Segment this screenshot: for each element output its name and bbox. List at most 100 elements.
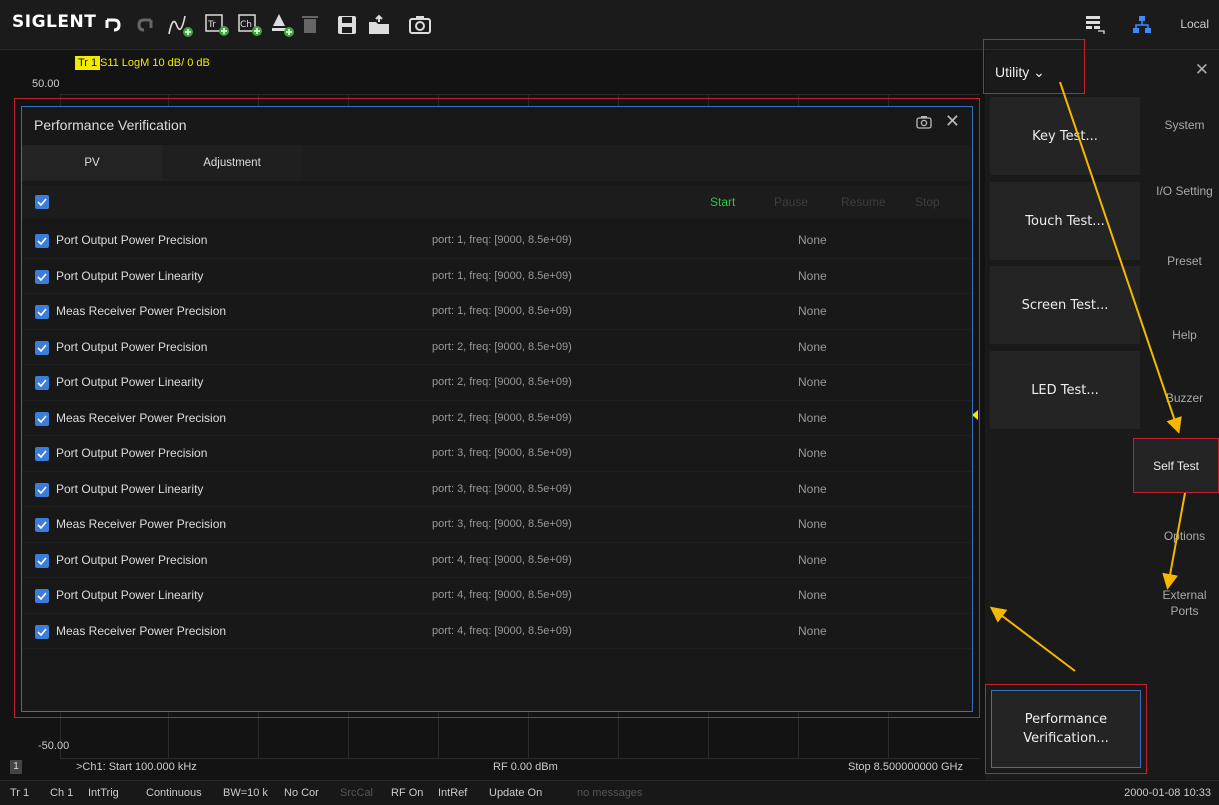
local-label[interactable]: Local: [1180, 17, 1209, 31]
row-checkbox[interactable]: [35, 624, 49, 639]
close-icon[interactable]: ✕: [945, 111, 960, 132]
start-button[interactable]: Start: [710, 195, 735, 209]
status-time: 2000-01-08 10:33: [1124, 787, 1211, 799]
row-checkbox[interactable]: [35, 376, 49, 390]
pv-label-line2: Verification...: [1023, 731, 1109, 746]
test-result: None: [798, 375, 827, 389]
row-checkbox[interactable]: [35, 340, 49, 355]
table-row[interactable]: Port Output Power Linearity port: 3, freq…: [22, 472, 972, 507]
row-checkbox[interactable]: [35, 411, 49, 426]
status-correction[interactable]: No Cor: [284, 787, 319, 799]
dialog-title: Performance Verification: [34, 117, 187, 133]
add-marker-icon[interactable]: [268, 10, 298, 40]
camera-icon[interactable]: [916, 115, 932, 134]
row-checkbox[interactable]: [35, 589, 49, 603]
screen-test-button[interactable]: Screen Test...: [990, 266, 1140, 344]
table-row[interactable]: Port Output Power Linearity port: 2, freq…: [22, 365, 972, 401]
side-item-help[interactable]: Help: [1150, 327, 1219, 343]
row-checkbox[interactable]: [35, 234, 49, 248]
test-result: None: [798, 339, 827, 354]
row-checkbox[interactable]: [35, 482, 49, 497]
test-params: port: 3, freq: [9000, 8.5e+09): [432, 447, 572, 459]
side-item-self-test[interactable]: Self Test: [1133, 438, 1219, 493]
test-params: port: 4, freq: [9000, 8.5e+09): [432, 624, 572, 637]
test-name: Meas Receiver Power Precision: [56, 304, 227, 318]
y-axis-top: 50.00: [32, 78, 60, 90]
channel-footer: 1 >Ch1: Start 100.000 kHz RF 0.00 dBm St…: [0, 757, 985, 779]
status-srccal[interactable]: SrcCal: [340, 787, 373, 799]
side-item-buzzer[interactable]: Buzzer: [1150, 390, 1219, 406]
row-checkbox[interactable]: [35, 269, 49, 284]
channel-start[interactable]: >Ch1: Start 100.000 kHz: [76, 761, 197, 773]
side-item-system[interactable]: System: [1150, 117, 1219, 133]
select-all-checkbox[interactable]: [35, 195, 49, 209]
channel-number[interactable]: 1: [10, 760, 22, 774]
table-row[interactable]: Port Output Power Precision port: 1, freq…: [22, 223, 972, 259]
table-row[interactable]: Port Output Power Linearity port: 1, freq…: [22, 259, 972, 294]
table-row[interactable]: Meas Receiver Power Precision port: 1, fr…: [22, 294, 972, 330]
table-row[interactable]: Port Output Power Precision port: 4, freq…: [22, 543, 972, 578]
open-file-icon[interactable]: [364, 10, 394, 40]
test-result: None: [798, 517, 827, 531]
status-trace[interactable]: Tr 1: [10, 787, 29, 799]
status-channel[interactable]: Ch 1: [50, 787, 73, 799]
trace-info[interactable]: S11 LogM 10 dB/ 0 dB: [100, 56, 210, 70]
table-row[interactable]: Port Output Power Linearity port: 4, freq…: [22, 578, 972, 614]
table-row[interactable]: Meas Receiver Power Precision port: 3, fr…: [22, 507, 972, 543]
tab-pv[interactable]: PV: [22, 145, 162, 181]
external-ports-line1: External: [1162, 588, 1207, 602]
pause-button[interactable]: Pause: [774, 195, 808, 209]
resume-button[interactable]: Resume: [841, 195, 886, 209]
status-bandwidth[interactable]: BW=10 k: [223, 787, 268, 799]
close-icon[interactable]: ✕: [1195, 60, 1209, 80]
status-update[interactable]: Update On: [489, 787, 542, 799]
add-trace-icon[interactable]: [166, 10, 196, 40]
keyboard-icon[interactable]: [1080, 10, 1110, 40]
touch-test-button[interactable]: Touch Test...: [990, 182, 1140, 260]
side-item-external-ports[interactable]: External Ports: [1150, 587, 1219, 619]
test-name: Port Output Power Linearity: [56, 481, 204, 496]
channel-stop[interactable]: Stop 8.500000000 GHz: [848, 761, 963, 773]
table-row[interactable]: Port Output Power Precision port: 2, freq…: [22, 330, 972, 365]
add-ch-icon[interactable]: Ch: [236, 10, 266, 40]
channel-rf[interactable]: RF 0.00 dBm: [493, 761, 558, 773]
trace-tag[interactable]: Tr 1: [75, 56, 101, 70]
table-row[interactable]: Port Output Power Precision port: 3, freq…: [22, 436, 972, 472]
status-sweep-mode[interactable]: Continuous: [146, 787, 202, 799]
tab-adjustment[interactable]: Adjustment: [162, 145, 302, 181]
test-params: port: 2, freq: [9000, 8.5e+09): [432, 340, 572, 353]
add-tr-icon[interactable]: Tr: [203, 10, 233, 40]
key-test-button[interactable]: Key Test...: [990, 97, 1140, 175]
test-result: None: [798, 623, 827, 638]
status-trigger[interactable]: IntTrig: [88, 787, 119, 799]
test-params: port: 2, freq: [9000, 8.5e+09): [432, 411, 572, 424]
y-axis-bottom: -50.00: [38, 740, 70, 752]
camera-icon[interactable]: [405, 10, 435, 40]
performance-verification-button[interactable]: Performance Verification...: [991, 690, 1141, 768]
test-result: None: [798, 410, 827, 425]
save-icon[interactable]: [332, 10, 362, 40]
side-item-io-setting[interactable]: I/O Setting: [1150, 183, 1219, 199]
row-checkbox[interactable]: [35, 518, 49, 532]
test-name: Port Output Power Precision: [56, 446, 208, 460]
row-checkbox[interactable]: [35, 553, 49, 568]
test-result: None: [798, 446, 827, 460]
stop-button[interactable]: Stop: [915, 195, 940, 209]
test-name: Meas Receiver Power Precision: [56, 517, 227, 531]
table-row[interactable]: Meas Receiver Power Precision port: 2, fr…: [22, 401, 972, 436]
redo-icon[interactable]: [130, 10, 160, 40]
side-item-preset[interactable]: Preset: [1150, 253, 1219, 269]
network-icon[interactable]: [1127, 10, 1157, 40]
status-rf[interactable]: RF On: [391, 787, 423, 799]
table-row[interactable]: Meas Receiver Power Precision port: 4, fr…: [22, 614, 972, 649]
row-checkbox[interactable]: [35, 305, 49, 319]
test-result: None: [798, 304, 827, 318]
test-result: None: [798, 552, 827, 567]
status-ref[interactable]: IntRef: [438, 787, 467, 799]
led-test-button[interactable]: LED Test...: [990, 351, 1140, 429]
side-item-options[interactable]: Options: [1150, 528, 1219, 544]
row-checkbox[interactable]: [35, 447, 49, 461]
delete-icon[interactable]: [297, 10, 327, 40]
undo-icon[interactable]: [98, 10, 128, 40]
test-params: port: 2, freq: [9000, 8.5e+09): [432, 376, 572, 388]
